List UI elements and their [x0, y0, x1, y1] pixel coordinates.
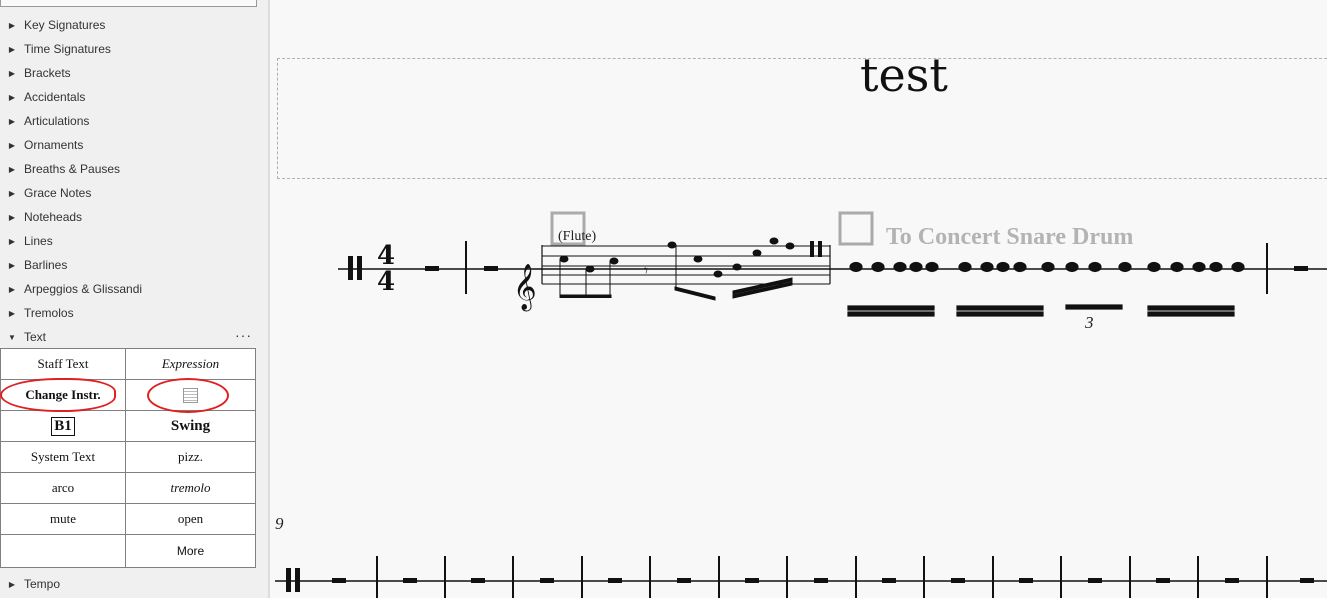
- palette-category-accidentals[interactable]: ▶ Accidentals: [0, 85, 260, 109]
- palette-cell-expression[interactable]: Expression: [126, 349, 255, 379]
- palette-category-noteheads[interactable]: ▶ Noteheads: [0, 205, 260, 229]
- palette-cell-system-text[interactable]: System Text: [1, 442, 126, 472]
- score-canvas[interactable]: test 4 4 𝄞 𝄾 (Flute) To Concert Snare Dr…: [270, 0, 1327, 598]
- palette-category-ornaments[interactable]: ▶ Ornaments: [0, 133, 260, 157]
- frame-icon: [183, 387, 198, 403]
- palette-cell-swing[interactable]: Swing: [126, 411, 255, 441]
- palette-cell-arco[interactable]: arco: [1, 473, 126, 503]
- palette-cell-mute[interactable]: mute: [1, 504, 126, 534]
- expand-arrow-icon: ▶: [8, 140, 16, 150]
- text-palette-grid: Staff Text Expression Change Instr. B1 S…: [0, 348, 256, 568]
- palette-category-arpeggios-glissandi[interactable]: ▶ Arpeggios & Glissandi: [0, 277, 260, 301]
- palette-more-button[interactable]: More: [126, 535, 255, 567]
- palette-category-articulations[interactable]: ▶ Articulations: [0, 109, 260, 133]
- palette-category-key-signatures[interactable]: ▶ Key Signatures: [0, 13, 260, 37]
- tuplet-number[interactable]: 3: [1085, 313, 1094, 333]
- expand-arrow-icon: ▶: [8, 308, 16, 318]
- palette-panel: ▶ Key Signatures ▶ Time Signatures ▶ Bracke…: [0, 0, 270, 598]
- treble-clef-icon: 𝄞: [513, 264, 537, 312]
- expand-arrow-icon: ▶: [8, 260, 16, 270]
- expand-arrow-icon: ▶: [8, 44, 16, 54]
- expand-arrow-icon: ▶: [8, 212, 16, 222]
- expand-arrow-icon: ▶: [8, 116, 16, 126]
- instrument-name-label[interactable]: (Flute): [558, 229, 596, 245]
- collapse-arrow-icon: ▼: [8, 332, 16, 342]
- palette-category-barlines[interactable]: ▶ Barlines: [0, 253, 260, 277]
- palette-category-brackets[interactable]: ▶ Brackets: [0, 61, 260, 85]
- time-signature-bottom: 4: [377, 267, 395, 297]
- palette-cell-empty: [1, 535, 126, 567]
- staff-notation: 4 4 𝄞 𝄾: [275, 211, 1327, 598]
- palette-category-tempo[interactable]: ▶ Tempo: [0, 572, 260, 596]
- expand-arrow-icon: ▶: [8, 284, 16, 294]
- palette-cell-staff-text[interactable]: Staff Text: [1, 349, 126, 379]
- palette-category-tremolos[interactable]: ▶ Tremolos: [0, 301, 260, 325]
- palette-category-text[interactable]: ▼ Text ···: [0, 325, 260, 349]
- expand-arrow-icon: ▶: [8, 188, 16, 198]
- palette-more-options-icon[interactable]: ···: [235, 327, 252, 343]
- instrument-change-text[interactable]: To Concert Snare Drum: [886, 224, 1133, 251]
- palette-category-time-signatures[interactable]: ▶ Time Signatures: [0, 37, 260, 61]
- palette-cell-tremolo[interactable]: tremolo: [126, 473, 255, 503]
- expand-arrow-icon: ▶: [8, 68, 16, 78]
- palette-cell-pizz[interactable]: pizz.: [126, 442, 255, 472]
- expand-arrow-icon: ▶: [8, 20, 16, 30]
- palette-cell-rehearsal-mark[interactable]: B1: [1, 411, 126, 441]
- expand-arrow-icon: ▶: [8, 92, 16, 102]
- palette-cell-change-instrument[interactable]: Change Instr.: [1, 380, 126, 410]
- palette-cell-open[interactable]: open: [126, 504, 255, 534]
- measure-number: 9: [275, 514, 284, 533]
- palette-category-lines[interactable]: ▶ Lines: [0, 229, 260, 253]
- palette-category-grace-notes[interactable]: ▶ Grace Notes: [0, 181, 260, 205]
- expand-arrow-icon: ▶: [8, 579, 16, 589]
- palette-category-breaths-pauses[interactable]: ▶ Breaths & Pauses: [0, 157, 260, 181]
- palette-cell-frame[interactable]: [126, 380, 255, 410]
- expand-arrow-icon: ▶: [8, 164, 16, 174]
- expand-arrow-icon: ▶: [8, 236, 16, 246]
- svg-text:𝄾: 𝄾: [644, 261, 648, 280]
- palette-search-box-edge[interactable]: [0, 0, 257, 7]
